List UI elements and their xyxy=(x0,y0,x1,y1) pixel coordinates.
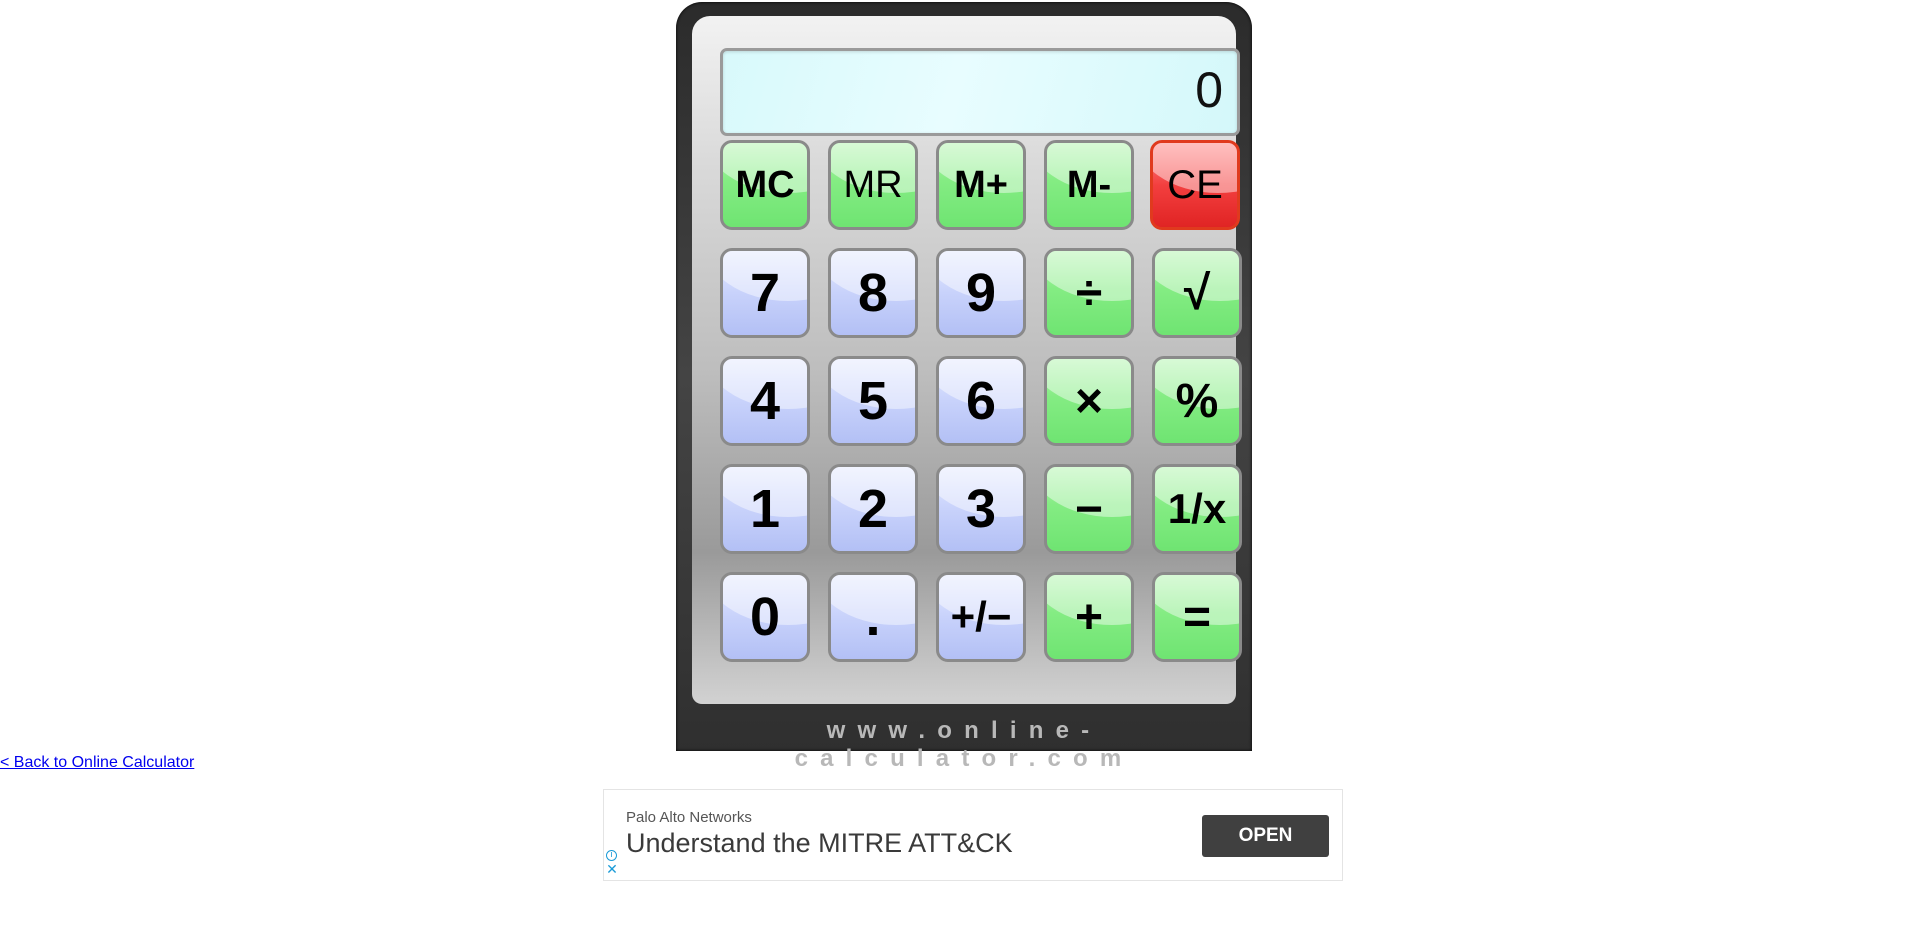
divide-label: ÷ xyxy=(1075,266,1103,320)
digit-0-button[interactable]: 0 xyxy=(720,572,810,662)
memory-recall-button[interactable]: MR xyxy=(828,140,918,230)
clear-entry-label: CE xyxy=(1167,162,1223,207)
memory-subtract-button[interactable]: M- xyxy=(1044,140,1134,230)
digit-2-label: 2 xyxy=(857,479,889,539)
memory-add-label: M+ xyxy=(954,163,1008,206)
digit-3-label: 3 xyxy=(965,479,997,539)
close-icon[interactable]: ✕ xyxy=(606,863,618,877)
equals-button[interactable]: = xyxy=(1152,572,1242,662)
percent-button[interactable]: % xyxy=(1152,356,1242,446)
back-to-online-calculator-link[interactable]: < Back to Online Calculator xyxy=(0,754,194,772)
digit-5-label: 5 xyxy=(857,371,889,431)
square-root-label: √ xyxy=(1183,266,1211,320)
calculator-face: 0 MC MR M+ M- CE 7 8 9 ÷ √ 4 5 6 × % 1 2… xyxy=(692,16,1242,704)
digit-7-button[interactable]: 7 xyxy=(720,248,810,338)
digit-6-label: 6 xyxy=(965,371,997,431)
plus-minus-button[interactable]: +/− xyxy=(936,572,1026,662)
equals-label: = xyxy=(1182,590,1212,644)
brand-url: www.online-calculator.com xyxy=(794,717,1134,772)
digit-2-button[interactable]: 2 xyxy=(828,464,918,554)
memory-clear-label: MC xyxy=(735,163,795,206)
digit-8-label: 8 xyxy=(857,263,889,323)
clear-entry-button[interactable]: CE xyxy=(1150,140,1240,230)
decimal-label: . xyxy=(865,587,881,647)
decimal-button[interactable]: . xyxy=(828,572,918,662)
info-icon[interactable]: i xyxy=(606,850,617,861)
percent-label: % xyxy=(1175,374,1219,428)
ad-banner[interactable]: Palo Alto Networks Understand the MITRE … xyxy=(603,789,1343,881)
ad-sponsor: Palo Alto Networks xyxy=(626,809,752,826)
digit-1-label: 1 xyxy=(749,479,781,539)
ad-open-button[interactable]: OPEN xyxy=(1202,815,1329,857)
digit-0-label: 0 xyxy=(749,587,781,647)
memory-add-button[interactable]: M+ xyxy=(936,140,1026,230)
memory-clear-button[interactable]: MC xyxy=(720,140,810,230)
digit-6-button[interactable]: 6 xyxy=(936,356,1026,446)
reciprocal-label: 1/x xyxy=(1167,485,1227,532)
digit-3-button[interactable]: 3 xyxy=(936,464,1026,554)
digit-4-button[interactable]: 4 xyxy=(720,356,810,446)
digit-8-button[interactable]: 8 xyxy=(828,248,918,338)
memory-subtract-label: M- xyxy=(1066,163,1112,206)
digit-5-button[interactable]: 5 xyxy=(828,356,918,446)
multiply-button[interactable]: × xyxy=(1044,356,1134,446)
plus-minus-label: +/− xyxy=(950,593,1012,640)
memory-recall-label: MR xyxy=(843,163,903,206)
display-value: 0 xyxy=(1195,62,1223,118)
add-label: + xyxy=(1074,590,1104,644)
subtract-label: − xyxy=(1074,482,1104,536)
add-button[interactable]: + xyxy=(1044,572,1134,662)
ad-headline[interactable]: Understand the MITRE ATT&CK xyxy=(626,828,1013,859)
digit-9-label: 9 xyxy=(965,263,997,323)
digit-7-label: 7 xyxy=(749,263,781,323)
digit-4-label: 4 xyxy=(749,371,781,431)
divide-button[interactable]: ÷ xyxy=(1044,248,1134,338)
digit-1-button[interactable]: 1 xyxy=(720,464,810,554)
subtract-button[interactable]: − xyxy=(1044,464,1134,554)
multiply-label: × xyxy=(1074,374,1104,428)
reciprocal-button[interactable]: 1/x xyxy=(1152,464,1242,554)
square-root-button[interactable]: √ xyxy=(1152,248,1242,338)
calculator: 0 MC MR M+ M- CE 7 8 9 ÷ √ 4 5 6 × % 1 2… xyxy=(676,2,1252,772)
display-screen: 0 xyxy=(720,48,1240,136)
page: 0 MC MR M+ M- CE 7 8 9 ÷ √ 4 5 6 × % 1 2… xyxy=(0,0,1920,935)
digit-9-button[interactable]: 9 xyxy=(936,248,1026,338)
